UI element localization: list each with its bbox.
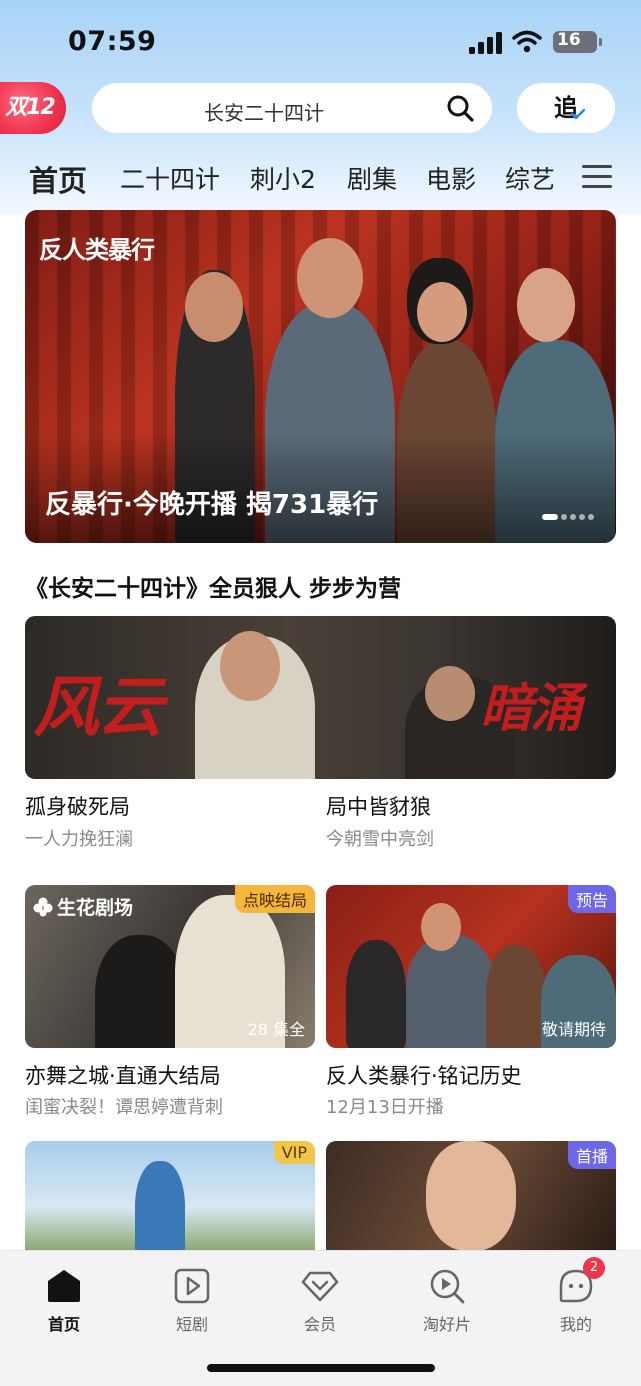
tab-24-plans[interactable]: 二十四计	[120, 160, 220, 196]
nav-label: 我的	[559, 1315, 592, 1334]
face	[421, 903, 461, 951]
carousel-indicator	[542, 514, 597, 522]
section-title[interactable]: 《长安二十四计》全员狠人 步步为营	[25, 569, 401, 603]
battery-indicator: 16	[553, 30, 602, 53]
hero-caption: 反暴行·今晚开播 揭731暴行	[45, 490, 379, 520]
flower-icon	[33, 897, 53, 917]
wifi-icon	[512, 30, 542, 53]
item-subtitle: 一人力挽狂澜	[25, 829, 133, 850]
show-logo: 反人类暴行	[39, 235, 155, 264]
studio-logo: 生花剧场	[33, 893, 133, 920]
search-icon[interactable]	[446, 94, 474, 122]
tab-home[interactable]: 首页	[29, 158, 87, 200]
tab-movies[interactable]: 电影	[426, 160, 476, 196]
show-card[interactable]: 生花剧场 点映结局 28 集全	[25, 885, 315, 1048]
carousel-dot	[570, 514, 576, 520]
face	[185, 272, 243, 342]
item-subtitle: 今朝雪中亮剑	[326, 829, 434, 850]
face	[417, 282, 467, 342]
status-badge: 点映结局	[234, 885, 315, 913]
nav-short-drama[interactable]: 短剧	[147, 1267, 237, 1335]
follow-button[interactable]: 追	[517, 83, 615, 133]
diamond-icon	[301, 1271, 339, 1302]
home-icon	[48, 1270, 80, 1302]
carousel-dot	[561, 514, 567, 520]
face	[517, 268, 575, 342]
home-indicator[interactable]	[207, 1364, 435, 1372]
face	[426, 1141, 516, 1251]
carousel-dot	[588, 514, 594, 520]
face	[297, 238, 363, 318]
hero-banner[interactable]: 反人类暴行 反暴行·今晚开播 揭731暴行	[25, 210, 616, 543]
item-title[interactable]: 局中皆豺狼	[326, 791, 431, 821]
figure-silhouette	[406, 935, 496, 1048]
episode-count: 28 集全	[247, 1020, 305, 1039]
nav-home[interactable]: 首页	[19, 1267, 109, 1335]
carousel-dot	[579, 514, 585, 520]
item-title[interactable]: 孤身破死局	[25, 791, 130, 821]
nav-membership[interactable]: 会员	[275, 1267, 365, 1335]
nav-label: 会员	[303, 1315, 336, 1334]
face	[425, 666, 475, 721]
search-bar[interactable]: 长安二十四计	[92, 83, 492, 133]
carousel-dot	[542, 514, 558, 520]
item-subtitle: 闺蜜决裂！谭思婷遭背刺	[25, 1097, 223, 1118]
release-status: 敬请期待	[541, 1020, 606, 1039]
figure-silhouette	[346, 940, 406, 1048]
vip-badge: VIP	[273, 1141, 315, 1164]
play-square-icon	[174, 1268, 210, 1304]
signal-icon	[469, 32, 502, 54]
figure-silhouette	[95, 935, 185, 1048]
nav-label: 淘好片	[422, 1315, 471, 1334]
nav-discover[interactable]: 淘好片	[402, 1267, 492, 1335]
nav-label: 短剧	[175, 1315, 208, 1334]
show-card[interactable]: 首播	[326, 1141, 616, 1251]
status-badge: 首播	[567, 1141, 616, 1169]
banner-text-right: 暗涌	[480, 678, 582, 739]
nav-profile[interactable]: 2 我的	[531, 1257, 621, 1335]
item-title[interactable]: 反人类暴行·铭记历史	[326, 1060, 522, 1090]
play-search-icon	[430, 1269, 465, 1304]
item-subtitle: 12月13日开播	[326, 1097, 444, 1118]
battery-level: 16	[557, 30, 581, 50]
banner-text-left: 风云	[33, 668, 163, 746]
figure-silhouette	[486, 945, 546, 1048]
show-card[interactable]: 预告 敬请期待	[326, 885, 616, 1048]
promo-badge[interactable]: 双12	[0, 82, 66, 134]
show-card[interactable]: VIP	[25, 1141, 315, 1251]
tab-series[interactable]: 剧集	[347, 160, 397, 196]
feature-banner[interactable]: 风云 暗涌	[25, 616, 616, 779]
tab-assassin-2[interactable]: 刺小2	[250, 160, 316, 196]
status-time: 07:59	[68, 26, 157, 57]
check-icon	[571, 109, 585, 119]
item-title[interactable]: 亦舞之城·直通大结局	[25, 1060, 221, 1090]
figure-silhouette	[135, 1161, 185, 1251]
studio-name: 生花剧场	[57, 897, 134, 919]
tab-variety[interactable]: 综艺	[505, 160, 555, 196]
face	[220, 631, 280, 701]
nav-label: 首页	[47, 1315, 80, 1334]
menu-icon[interactable]	[582, 165, 612, 189]
status-badge: 预告	[567, 885, 616, 913]
search-placeholder: 长安二十四计	[204, 101, 324, 125]
notification-badge: 2	[583, 1257, 605, 1279]
